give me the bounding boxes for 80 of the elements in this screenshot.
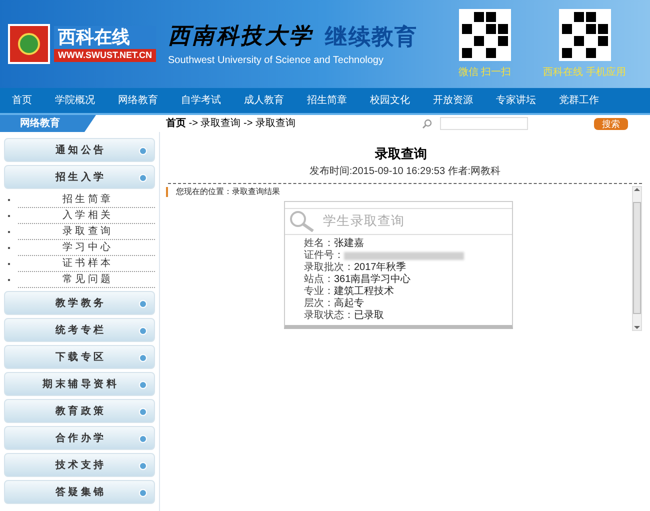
magnifier-icon (289, 210, 315, 232)
section-label: 统 考 专 栏 (55, 324, 104, 338)
sidebar-section[interactable]: 统 考 专 栏 (4, 318, 155, 342)
section-label: 教 育 政 策 (55, 404, 104, 418)
bullet-icon (139, 462, 147, 470)
bullet-icon (139, 381, 147, 389)
school-name: 西南科技大学 (168, 22, 314, 51)
nav-link[interactable]: 开放资源 (433, 93, 473, 108)
nav-link[interactable]: 招生简章 (307, 93, 347, 108)
scroll-down-icon (634, 326, 640, 328)
section-label: 招 生 入 学 (55, 170, 104, 184)
bullet-icon (139, 354, 147, 362)
article-title: 录取查询 (374, 145, 428, 163)
qr-caption: 西科在线 手机应用 (543, 66, 626, 80)
bullet-icon (139, 408, 147, 416)
sidebar-section[interactable]: 期 末 辅 导 资 料 (4, 372, 155, 396)
bullet-icon (139, 174, 147, 182)
field-label: 层次： (304, 297, 334, 310)
field-label: 证件号： (304, 249, 344, 262)
nav-link[interactable]: 校园文化 (370, 93, 410, 108)
location-text: 您现在的位置：录取查询结果 (176, 186, 280, 198)
sidebar-section[interactable]: 教 学 教 务 (4, 291, 155, 315)
search-icon (422, 118, 432, 128)
field-label: 站点： (304, 272, 334, 286)
sidebar-section[interactable]: 通 知 公 告 (4, 138, 155, 162)
sidebar-title: 网络教育 (0, 115, 96, 132)
field-value: 高起专 (334, 296, 364, 310)
nav-link[interactable]: 成人教育 (244, 93, 284, 108)
qr-code-icon (458, 8, 511, 60)
nav-link[interactable]: 党群工作 (559, 93, 599, 108)
nav-link[interactable]: 学院概况 (55, 93, 95, 108)
sidebar-link[interactable]: 常 见 问 题 (18, 272, 155, 288)
section-label: 教 学 教 务 (55, 296, 104, 310)
nav-link[interactable]: 专家讲坛 (496, 93, 536, 108)
sidebar-link[interactable]: 入 学 相 关 (18, 208, 155, 224)
field-label: 录取状态： (304, 308, 354, 323)
search-field[interactable] (440, 117, 528, 130)
english-name: Southwest University of Science and Technology (168, 54, 384, 68)
sidebar-section[interactable]: 技 术 支 持 (4, 453, 155, 477)
bullet-icon (139, 300, 147, 308)
scroll-thumb[interactable] (633, 202, 641, 314)
nav-link[interactable]: 自学考试 (181, 93, 221, 108)
qr-code-icon (558, 8, 611, 60)
logo-url: WWW.SWUST.NET.CN (54, 48, 156, 62)
bullet-icon (139, 435, 147, 443)
section-label: 通 知 公 告 (55, 144, 104, 158)
section-label: 技 术 支 持 (55, 458, 104, 472)
field-value: 建筑工程技术 (334, 284, 394, 298)
sidebar-section[interactable]: 招 生 入 学 (4, 165, 155, 189)
section-label: 期 末 辅 导 资 料 (42, 378, 116, 392)
card-title: 学生录取查询 (323, 212, 405, 230)
sidebar-link[interactable]: 录 取 查 询 (18, 224, 155, 240)
field-label: 姓名： (304, 237, 334, 250)
breadcrumb: 首页 -> 录取查询 -> 录取查询 (166, 116, 296, 131)
sidebar-section[interactable]: 教 育 政 策 (4, 399, 155, 423)
scroll-up-icon (634, 188, 640, 190)
bullet-icon (139, 327, 147, 335)
program-name: 继续教育 (325, 23, 418, 51)
section-label: 下 载 专 区 (55, 350, 104, 364)
section-label: 合 作 办 学 (55, 432, 104, 446)
field-value: 张建嘉 (334, 236, 364, 251)
article-meta: 发布时间:2015-09-10 16:29:53 作者:网教科 (168, 164, 642, 184)
logo-emblem-icon (8, 24, 50, 64)
field-value: 已录取 (354, 309, 384, 323)
sidebar-link[interactable]: 证 书 样 本 (18, 256, 155, 272)
field-label: 专业： (304, 284, 334, 298)
bullet-icon (139, 147, 147, 155)
nav-link[interactable]: 网络教育 (118, 93, 158, 108)
field-label: 录取批次： (304, 260, 354, 274)
field-value: 2017年秋季 (354, 260, 406, 274)
sidebar-section[interactable]: 下 载 专 区 (4, 345, 155, 369)
sidebar-section[interactable]: 答 疑 集 锦 (4, 480, 155, 504)
qr-caption: 微信 扫一扫 (458, 66, 512, 80)
field-value: 361南昌学习中心 (334, 272, 411, 286)
sidebar-link[interactable]: 招 生 简 章 (18, 192, 155, 208)
nav-link[interactable]: 首页 (12, 93, 32, 108)
bullet-icon (139, 489, 147, 497)
sidebar-link[interactable]: 学 习 中 心 (18, 240, 155, 256)
sidebar-section[interactable]: 合 作 办 学 (4, 426, 155, 450)
section-label: 答 疑 集 锦 (55, 486, 104, 500)
